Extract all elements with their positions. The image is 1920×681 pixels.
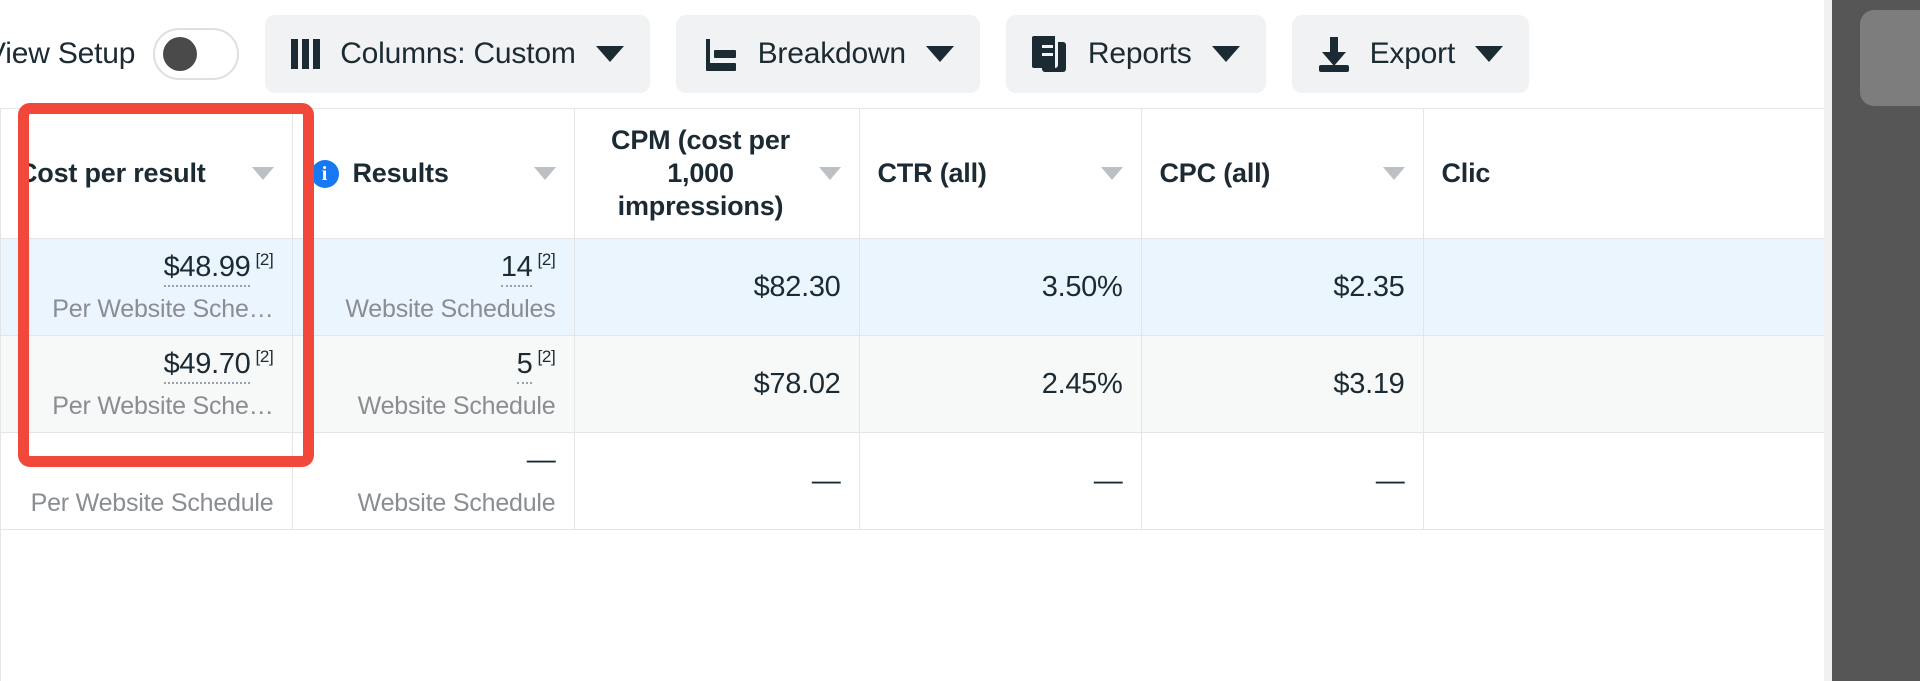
table-header-row: Cost per result i Results CPM (cost per … [0, 108, 1828, 239]
footnote-marker: [2] [537, 346, 556, 366]
table-body: $48.99 [2] Per Website Sche… 14 [2] Websit… [0, 238, 1828, 530]
export-button[interactable]: Export [1291, 15, 1530, 93]
column-header-label: Clic [1441, 158, 1491, 189]
cpm-value: — [811, 464, 841, 497]
cell-clicks [1423, 335, 1828, 433]
table-row[interactable]: $49.70 [2] Per Website Sche… 5 [2] Website… [0, 335, 1828, 433]
table-left-gutter [0, 108, 1, 681]
table-toolbar: View Setup Columns: Custom Breakdown Rep… [0, 0, 1828, 108]
breakdown-icon [702, 37, 738, 71]
ctr-value: — [1093, 464, 1123, 497]
cpm-value: $82.30 [753, 270, 841, 303]
os-taskbar-strip [1824, 0, 1920, 681]
view-setup-control: View Setup [0, 28, 240, 80]
column-header-cpm[interactable]: CPM (cost per 1,000 impressions) [574, 108, 860, 239]
cell-cpm: $82.30 [574, 238, 860, 336]
cpc-value: $3.19 [1333, 367, 1405, 400]
column-header-label: CTR (all) [877, 158, 987, 189]
cost-per-result-subtext: Per Website Sche… [52, 295, 274, 324]
cell-clicks [1423, 238, 1828, 336]
ctr-value: 2.45% [1041, 367, 1123, 400]
export-icon [1318, 36, 1350, 72]
export-button-label: Export [1369, 37, 1456, 70]
view-setup-label: View Setup [0, 37, 136, 70]
os-app-tile[interactable] [1860, 10, 1920, 106]
column-header-label: Results [352, 158, 449, 189]
cell-results: 5 [2] Website Schedule [292, 335, 575, 433]
metrics-table-container[interactable]: Cost per result i Results CPM (cost per … [0, 108, 1828, 681]
sort-caret-icon[interactable] [251, 167, 274, 180]
sort-caret-icon[interactable] [533, 167, 556, 180]
columns-button-label: Columns: Custom [340, 37, 576, 70]
cell-cost-per-result: $48.99 [2] Per Website Sche… [0, 238, 293, 336]
results-value: 5 [516, 347, 533, 384]
results-subtext: Website Schedule [357, 392, 556, 421]
metrics-table: Cost per result i Results CPM (cost per … [0, 108, 1828, 530]
cpc-value: — [1375, 464, 1405, 497]
cell-ctr: 3.50% [859, 238, 1142, 336]
cell-cpc: $3.19 [1141, 335, 1424, 433]
cpm-value: $78.02 [753, 367, 841, 400]
ads-manager-table-view: View Setup Columns: Custom Breakdown Rep… [0, 0, 1920, 681]
column-header-cpc[interactable]: CPC (all) [1141, 108, 1424, 239]
toggle-knob [163, 37, 198, 71]
column-header-label: CPC (all) [1159, 158, 1271, 189]
column-header-cost-per-result[interactable]: Cost per result [0, 108, 293, 239]
results-value: 14 [500, 250, 533, 287]
results-subtext: Website Schedules [345, 295, 556, 324]
sort-caret-icon[interactable] [1100, 167, 1123, 180]
table-row[interactable]: $48.99 [2] Per Website Sche… 14 [2] Websit… [0, 238, 1828, 336]
reports-button-label: Reports [1087, 37, 1192, 70]
cell-cpm: $78.02 [574, 335, 860, 433]
reports-button[interactable]: Reports [1005, 15, 1266, 93]
view-setup-toggle[interactable] [153, 28, 240, 80]
cost-per-result-subtext: Per Website Sche… [52, 392, 274, 421]
page-edge [1824, 0, 1832, 681]
cell-ctr: — [859, 432, 1142, 530]
column-header-label: CPM (cost per 1,000 impressions) [611, 125, 790, 221]
info-icon[interactable]: i [310, 159, 339, 188]
column-header-ctr[interactable]: CTR (all) [859, 108, 1142, 239]
results-value: — [526, 444, 556, 477]
cost-per-result-value: — [244, 444, 274, 477]
chevron-down-icon [595, 46, 624, 62]
chevron-down-icon [1211, 46, 1240, 62]
reports-icon [1031, 36, 1068, 72]
footnote-marker: [2] [255, 249, 274, 269]
columns-icon [291, 39, 321, 69]
cell-results: 14 [2] Website Schedules [292, 238, 575, 336]
cost-per-result-value: $49.70 [163, 347, 251, 384]
cell-cpm: — [574, 432, 860, 530]
columns-button[interactable]: Columns: Custom [265, 15, 650, 93]
breakdown-button[interactable]: Breakdown [675, 15, 980, 93]
chevron-down-icon [925, 46, 954, 62]
results-subtext: Website Schedule [357, 488, 556, 517]
sort-caret-icon[interactable] [818, 167, 841, 180]
chevron-down-icon [1475, 46, 1504, 62]
sort-caret-icon[interactable] [1382, 167, 1405, 180]
cell-results: — Website Schedule [292, 432, 575, 530]
column-header-label: Cost per result [18, 158, 206, 189]
breakdown-button-label: Breakdown [757, 37, 906, 70]
table-header: Cost per result i Results CPM (cost per … [0, 108, 1828, 239]
footnote-marker: [2] [537, 249, 556, 269]
cpc-value: $2.35 [1333, 270, 1405, 303]
cell-cost-per-result: $49.70 [2] Per Website Sche… [0, 335, 293, 433]
cell-ctr: 2.45% [859, 335, 1142, 433]
cost-per-result-subtext: Per Website Schedule [30, 488, 274, 517]
cell-clicks [1423, 432, 1828, 530]
column-header-clicks[interactable]: Clic [1423, 108, 1828, 239]
cell-cpc: — [1141, 432, 1424, 530]
cell-cost-per-result: — Per Website Schedule [0, 432, 293, 530]
table-row[interactable]: — Per Website Schedule — Website Schedul… [0, 432, 1828, 530]
cell-cpc: $2.35 [1141, 238, 1424, 336]
footnote-marker: [2] [255, 346, 274, 366]
column-header-results[interactable]: i Results [292, 108, 575, 239]
cost-per-result-value: $48.99 [163, 250, 251, 287]
ctr-value: 3.50% [1041, 270, 1123, 303]
